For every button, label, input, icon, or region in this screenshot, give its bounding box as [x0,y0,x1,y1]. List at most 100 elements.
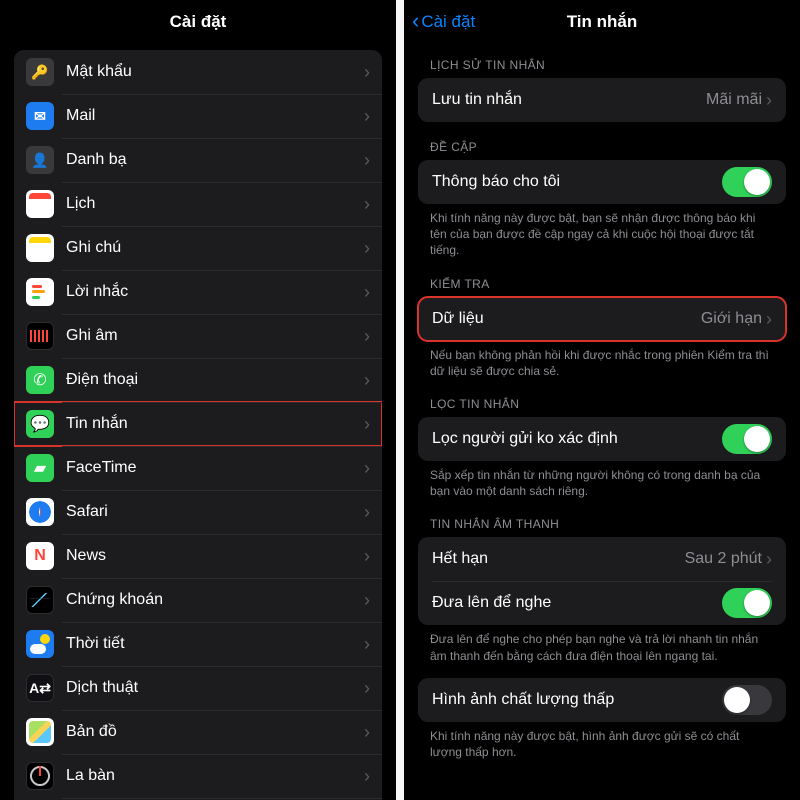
contacts-icon: 👤 [26,146,54,174]
weather-icon [26,630,54,658]
chevron-left-icon: ‹ [412,10,419,32]
data-row[interactable]: Dữ liệu Giới hạn › [418,297,786,341]
expire-row[interactable]: Hết hạn Sau 2 phút › [432,537,772,581]
phone-icon: ✆ [26,366,54,394]
chevron-right-icon: › [364,767,370,785]
messages-title: Tin nhắn [567,12,638,32]
settings-row-weather[interactable]: Thời tiết › [14,622,382,666]
settings-list[interactable]: 🔑Mật khẩu›✉︎Mail›👤Danh bạ›Lịch›Ghi chú›L… [0,44,396,800]
mentions-footer: Khi tính năng này được bật, bạn sẽ nhận … [418,204,786,259]
chevron-right-icon: › [364,415,370,433]
settings-row-calendar[interactable]: Lịch › [14,182,382,226]
filter-unknown-label: Lọc người gửi ko xác định [432,430,722,448]
messages-settings-list[interactable]: LỊCH SỬ TIN NHẮN Lưu tin nhắn Mãi mãi › … [404,44,800,800]
messages-settings-screen: ‹ Cài đặt Tin nhắn LỊCH SỬ TIN NHẮN Lưu … [404,0,800,800]
settings-header: Cài đặt [0,0,396,44]
keep-messages-value: Mãi mãi [706,91,762,109]
keep-messages-row[interactable]: Lưu tin nhắn Mãi mãi › [418,78,786,122]
settings-row-label: Mail [66,107,358,125]
chevron-right-icon: › [364,591,370,609]
filter-unknown-toggle[interactable] [722,424,772,454]
chevron-right-icon: › [364,107,370,125]
section-check-header: KIỂM TRA [418,259,786,297]
settings-row-label: Bản đồ [66,723,358,741]
settings-row-phone[interactable]: ✆ Điện thoại › [14,358,382,402]
chevron-right-icon: › [364,63,370,81]
settings-row-label: Dịch thuật [66,679,358,697]
settings-row-label: Mật khẩu [66,63,358,81]
settings-row-facetime[interactable]: ▰ FaceTime › [14,446,382,490]
settings-row-label: Điện thoại [66,371,358,389]
settings-row-maps[interactable]: Bản đồ › [14,710,382,754]
settings-row-notes[interactable]: Ghi chú› [14,226,382,270]
back-label: Cài đặt [421,12,475,32]
voice-icon [26,322,54,350]
settings-row-passwords[interactable]: 🔑 Mật khẩu › [14,50,382,94]
messages-icon: 💬 [26,410,54,438]
settings-row-label: FaceTime [66,459,358,477]
chevron-right-icon: › [364,635,370,653]
reminders-icon [26,278,54,306]
filter-unknown-row: Lọc người gửi ko xác định [418,417,786,461]
settings-row-label: Lời nhắc [66,283,358,301]
expire-label: Hết hạn [432,550,685,568]
settings-row-stocks[interactable]: Chứng khoán › [14,578,382,622]
settings-row-label: Danh bạ [66,151,358,169]
settings-row-mail[interactable]: ✉︎ Mail › [14,94,382,138]
chevron-right-icon: › [364,195,370,213]
chevron-right-icon: › [364,283,370,301]
keep-messages-label: Lưu tin nhắn [432,91,706,109]
section-history-header: LỊCH SỬ TIN NHẮN [418,44,786,78]
settings-row-translate[interactable]: A⇄Dịch thuật› [14,666,382,710]
chevron-right-icon: › [364,371,370,389]
settings-row-compass[interactable]: La bàn › [14,754,382,798]
settings-row-label: Tin nhắn [66,415,358,433]
passwords-icon: 🔑 [26,58,54,86]
audio-footer: Đưa lên để nghe cho phép bạn nghe và trả… [418,625,786,663]
chevron-right-icon: › [364,547,370,565]
compass-icon [26,762,54,790]
settings-row-news[interactable]: NNews› [14,534,382,578]
settings-row-label: Lịch [66,195,358,213]
expire-value: Sau 2 phút [685,550,762,568]
settings-row-messages[interactable]: 💬 Tin nhắn › [14,402,382,446]
chevron-right-icon: › [364,679,370,697]
notify-me-row: Thông báo cho tôi [418,160,786,204]
chevron-right-icon: › [364,459,370,477]
messages-header: ‹ Cài đặt Tin nhắn [404,0,800,44]
settings-row-reminders[interactable]: Lời nhắc › [14,270,382,314]
settings-row-safari[interactable]: Safari› [14,490,382,534]
chevron-right-icon: › [364,327,370,345]
settings-row-contacts[interactable]: 👤 Danh bạ › [14,138,382,182]
settings-row-label: Ghi chú [66,239,358,257]
mail-icon: ✉︎ [26,102,54,130]
settings-row-voice[interactable]: Ghi âm› [14,314,382,358]
low-quality-label: Hình ảnh chất lượng thấp [432,691,722,709]
calendar-icon [26,190,54,218]
data-label: Dữ liệu [432,310,701,328]
settings-row-label: Thời tiết [66,635,358,653]
stocks-icon [26,586,54,614]
chevron-right-icon: › [364,723,370,741]
settings-screen: Cài đặt 🔑Mật khẩu›✉︎Mail›👤Danh bạ›Lịch›G… [0,0,396,800]
chevron-right-icon: › [766,91,772,109]
settings-row-label: La bàn [66,767,358,785]
settings-row-label: Safari [66,503,358,521]
settings-row-label: Chứng khoán [66,591,358,609]
raise-to-listen-toggle[interactable] [722,588,772,618]
maps-icon [26,718,54,746]
chevron-right-icon: › [364,151,370,169]
raise-to-listen-label: Đưa lên để nghe [432,594,722,612]
low-quality-toggle[interactable] [722,685,772,715]
back-button[interactable]: ‹ Cài đặt [412,11,475,33]
section-mentions-header: ĐỀ CẬP [418,122,786,160]
data-value: Giới hạn [701,310,762,328]
news-icon: N [26,542,54,570]
chevron-right-icon: › [766,550,772,568]
facetime-icon: ▰ [26,454,54,482]
low-quality-row: Hình ảnh chất lượng thấp [418,678,786,722]
check-footer: Nếu bạn không phản hồi khi được nhắc tro… [418,341,786,379]
notify-me-toggle[interactable] [722,167,772,197]
section-audio-header: TIN NHẮN ÂM THANH [418,499,786,537]
chevron-right-icon: › [766,310,772,328]
